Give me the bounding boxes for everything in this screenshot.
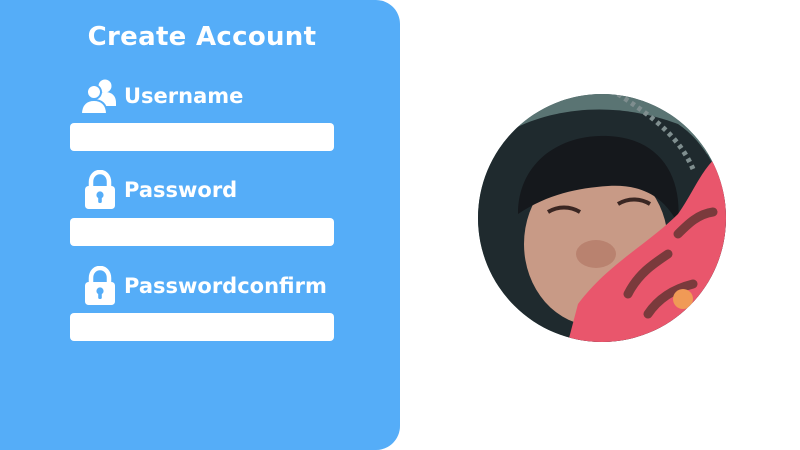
password-label-row: Password: [78, 170, 237, 210]
password-label: Password: [124, 178, 238, 202]
lock-icon: [78, 266, 122, 306]
password-confirm-label: Passwordconfirm: [124, 274, 327, 298]
password-confirm-label-row: Passwordconfirm: [78, 266, 327, 306]
username-input[interactable]: [70, 123, 334, 151]
username-label: Username: [124, 84, 244, 108]
password-confirm-input[interactable]: [70, 313, 334, 341]
username-label-row: Username: [78, 76, 243, 116]
password-input[interactable]: [70, 218, 334, 246]
lock-icon: [78, 170, 122, 210]
profile-photo: [478, 94, 726, 342]
form-title: Create Account: [87, 22, 317, 52]
users-icon: [78, 76, 122, 116]
create-account-panel: Create Account Username Password Passwor…: [0, 0, 400, 450]
